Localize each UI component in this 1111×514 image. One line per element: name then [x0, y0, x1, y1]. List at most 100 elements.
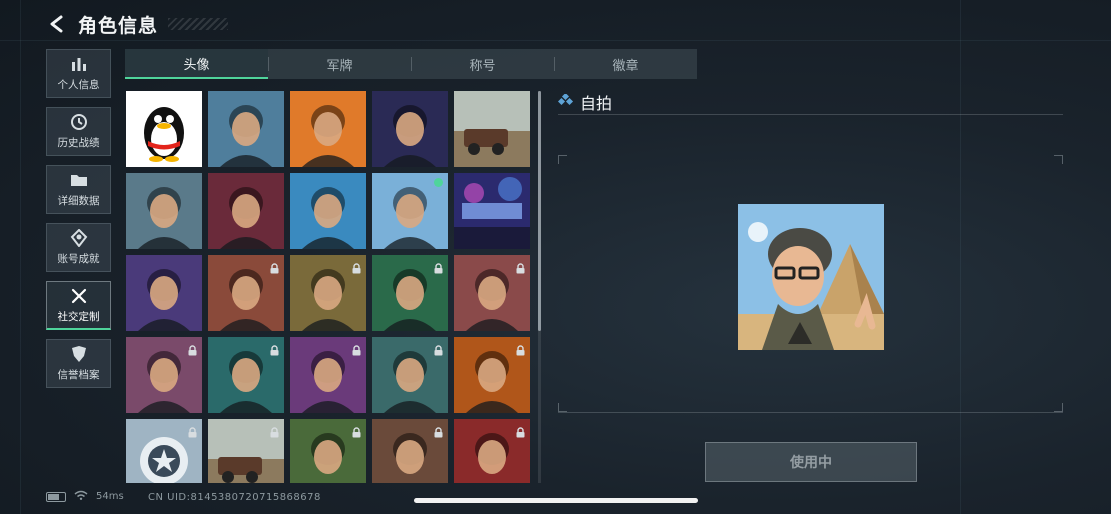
- title-decoration: [168, 18, 229, 30]
- avatar-cell-teal-operator[interactable]: [208, 337, 284, 413]
- frame-corner: [558, 155, 567, 164]
- avatar-cell-red-hair-woman[interactable]: [454, 419, 530, 483]
- achievement-icon: [69, 229, 89, 247]
- frame-corner: [1054, 155, 1063, 164]
- status-bar: 54ms: [46, 490, 124, 503]
- avatar-cell-bronze-scales[interactable]: [372, 419, 448, 483]
- avatar-cell-helicopter-field[interactable]: [208, 419, 284, 483]
- diamond-icon: [557, 92, 574, 112]
- sidebar-item-history[interactable]: 历史战绩: [46, 107, 111, 156]
- avatar-image: [454, 173, 530, 249]
- home-indicator[interactable]: [414, 498, 698, 503]
- tab-bar: 头像 军牌 称号 徽章: [125, 49, 697, 79]
- avatar-cell-desert-truck[interactable]: [454, 91, 530, 167]
- avatar-image: [144, 107, 184, 162]
- lock-icon: [433, 259, 444, 274]
- lock-icon: [515, 341, 526, 356]
- sidebar-item-achievements[interactable]: 账号成就: [46, 223, 111, 272]
- sidebar-item-social-custom[interactable]: 社交定制: [46, 281, 111, 330]
- tab-badge[interactable]: 徽章: [554, 49, 697, 79]
- tab-title[interactable]: 称号: [411, 49, 554, 79]
- avatar-cell-operator-orange[interactable]: [290, 91, 366, 167]
- avatar-cell-selfie[interactable]: [372, 173, 448, 249]
- avatar-cell-purple-hair[interactable]: [290, 337, 366, 413]
- avatar-image: [454, 91, 530, 167]
- sidebar-item-label: 个人信息: [57, 79, 100, 91]
- sidebar-item-reputation[interactable]: 信誉档案: [46, 339, 111, 388]
- avatar-cell-qq-penguin[interactable]: [126, 91, 202, 167]
- bar-chart-icon: [69, 55, 89, 73]
- uid-text: CN UID:8145380720715868678: [148, 492, 321, 503]
- avatar-image: [208, 173, 284, 249]
- tab-dog-tag[interactable]: 军牌: [268, 49, 411, 79]
- grid-scrollbar[interactable]: [538, 91, 541, 483]
- avatar-cell-pilot[interactable]: [208, 91, 284, 167]
- selected-indicator-icon: [434, 178, 443, 187]
- header: 角色信息: [46, 10, 229, 38]
- sidebar-item-label: 社交定制: [57, 310, 100, 323]
- avatar-image: [126, 255, 202, 331]
- lock-icon: [269, 423, 280, 438]
- lock-icon: [351, 423, 362, 438]
- lock-icon: [433, 423, 444, 438]
- lock-icon: [515, 259, 526, 274]
- frame-corner: [1054, 403, 1063, 412]
- avatar-cell-masked-orange[interactable]: [454, 337, 530, 413]
- detail-header: 自拍: [557, 90, 613, 114]
- sidebar-item-label: 历史战绩: [57, 137, 100, 149]
- avatar-cell-purple-operator[interactable]: [126, 255, 202, 331]
- avatar-cell-goggles-operator[interactable]: [208, 173, 284, 249]
- bg-line: [0, 40, 1111, 41]
- tools-icon: [69, 287, 89, 305]
- avatar-cell-new-year-2026[interactable]: [454, 173, 530, 249]
- lock-icon: [515, 423, 526, 438]
- avatar-image: [290, 91, 366, 167]
- avatar-cell-climber[interactable]: [126, 173, 202, 249]
- sidebar-item-personal-info[interactable]: 个人信息: [46, 49, 111, 98]
- avatar-cell-emblem-badge[interactable]: [126, 419, 202, 483]
- lock-icon: [187, 423, 198, 438]
- divider: [558, 114, 1063, 115]
- lock-icon: [269, 259, 280, 274]
- lock-icon: [433, 341, 444, 356]
- avatar-image: [372, 91, 448, 167]
- avatar-cell-gold-robot[interactable]: [290, 419, 366, 483]
- avatar-cell-bald-headset[interactable]: [290, 255, 366, 331]
- avatar-cell-bearded-headset[interactable]: [208, 255, 284, 331]
- avatar-cell-book-explorer[interactable]: [372, 91, 448, 167]
- avatar-image: [208, 91, 284, 167]
- battery-icon: [46, 491, 66, 502]
- sidebar: 个人信息 历史战绩 详细数据 账号成就 社交定制 信誉档案: [46, 49, 111, 388]
- frame-corner: [558, 403, 567, 412]
- avatar-image: [126, 173, 202, 249]
- lock-icon: [269, 341, 280, 356]
- avatar-image: [290, 173, 366, 249]
- wifi-icon: [74, 490, 88, 503]
- avatar-cell-white-hair[interactable]: [126, 337, 202, 413]
- sidebar-item-label: 信誉档案: [57, 369, 100, 381]
- avatar-cell-masked-teal[interactable]: [372, 337, 448, 413]
- folder-icon: [69, 171, 89, 189]
- lock-icon: [187, 341, 198, 356]
- avatar-cell-green-headset[interactable]: [372, 255, 448, 331]
- detail-title: 自拍: [580, 94, 613, 113]
- avatar-cell-monkey-reader[interactable]: [290, 173, 366, 249]
- avatar-preview: [738, 204, 884, 350]
- history-clock-icon: [69, 113, 89, 131]
- scroll-thumb[interactable]: [538, 91, 541, 331]
- back-arrow-icon[interactable]: [46, 13, 68, 35]
- lock-icon: [351, 341, 362, 356]
- in-use-button[interactable]: 使用中: [705, 442, 917, 482]
- avatar-cell-helmet-operator[interactable]: [454, 255, 530, 331]
- sidebar-item-label: 详细数据: [57, 195, 100, 207]
- avatar-grid: [126, 91, 534, 483]
- sidebar-item-label: 账号成就: [57, 253, 100, 265]
- ping-text: 54ms: [96, 491, 124, 502]
- tab-avatar[interactable]: 头像: [125, 49, 268, 79]
- reputation-shield-icon: [69, 345, 89, 363]
- page-title: 角色信息: [78, 14, 159, 37]
- divider: [558, 412, 1063, 413]
- sidebar-item-detail-data[interactable]: 详细数据: [46, 165, 111, 214]
- bg-line: [20, 0, 21, 514]
- lock-icon: [351, 259, 362, 274]
